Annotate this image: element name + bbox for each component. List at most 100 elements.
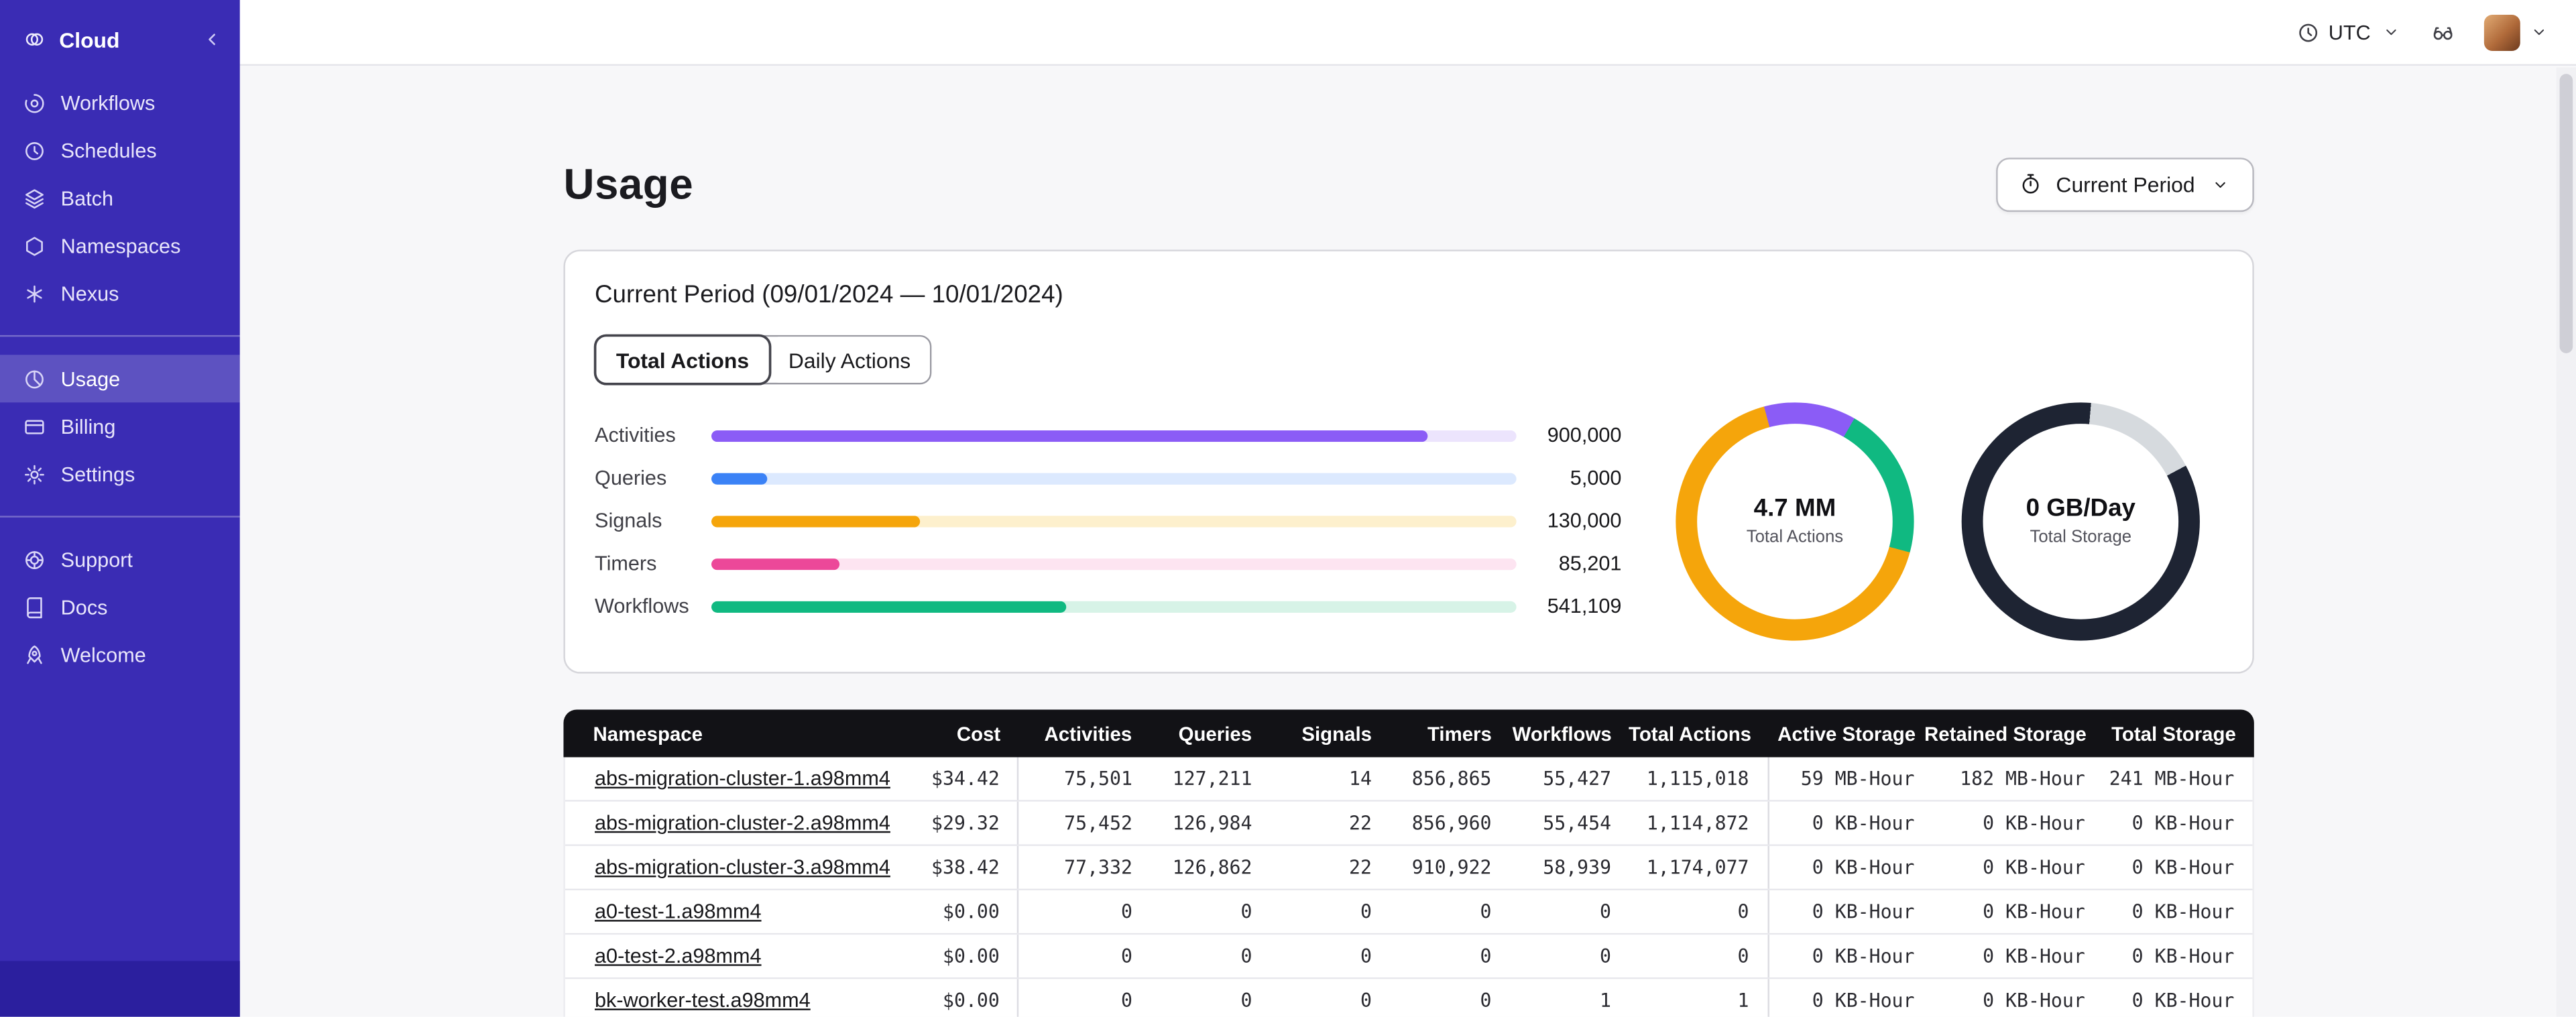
sidebar-item-label: Docs (60, 595, 108, 619)
cell-value: 0 KB-Hour (1983, 944, 2085, 968)
cell-activities: 0 (1019, 890, 1151, 933)
cell-value: 55,427 (1543, 767, 1612, 790)
donut-center-label: Total Storage (2030, 527, 2132, 547)
bar-value: 130,000 (1547, 509, 1622, 532)
cell-value: 58,939 (1543, 855, 1612, 879)
cell-value: 0 KB-Hour (1983, 989, 2085, 1012)
scrollbar-thumb[interactable] (2559, 74, 2573, 353)
namespace-link[interactable]: bk-worker-test.a98mm4 (595, 989, 811, 1012)
cell-value: 0 KB-Hour (1812, 811, 1915, 835)
cell-value: 241 MB-Hour (2109, 767, 2235, 790)
cell-value: 1,115,018 (1646, 767, 1749, 790)
sidebar-item-label: Welcome (60, 643, 146, 666)
cell-value: 0 (1737, 900, 1749, 924)
namespace-link[interactable]: a0-test-2.a98mm4 (595, 945, 762, 967)
sidebar-item-batch[interactable]: Batch (0, 174, 240, 222)
page-title: Usage (563, 158, 694, 208)
sidebar-item-docs[interactable]: Docs (0, 583, 240, 631)
cell-value: 126,862 (1172, 855, 1252, 879)
table-row: abs-migration-cluster-1.a98mm4 $34.42 75,5… (565, 757, 2253, 802)
cell-workflows: 0 (1509, 935, 1629, 977)
sidebar-item-billing[interactable]: Billing (0, 402, 240, 450)
bar-fill (711, 600, 1066, 612)
sidebar-collapse-button[interactable] (200, 28, 223, 51)
cell-activities: 0 (1019, 935, 1151, 977)
cell-cost: $34.42 (901, 757, 1020, 800)
workflows-icon (23, 91, 46, 114)
cell-value: 75,501 (1064, 767, 1132, 790)
column-header-queries: Queries (1178, 721, 1252, 745)
cell-active-storage: 0 KB-Hour (1769, 979, 1933, 1016)
namespace-link[interactable]: abs-migration-cluster-2.a98mm4 (595, 811, 890, 834)
cell-value: 0 (1360, 944, 1372, 968)
namespace-link[interactable]: abs-migration-cluster-3.a98mm4 (595, 856, 890, 879)
sidebar-item-settings[interactable]: Settings (0, 450, 240, 497)
sidebar-item-namespaces[interactable]: Namespaces (0, 222, 240, 270)
cell-timers: 856,960 (1390, 802, 1510, 845)
bar-row-activities: Activities 900,000 (595, 414, 1621, 457)
cell-total-actions: 1,114,872 (1629, 801, 1769, 845)
cell-queries: 0 (1151, 979, 1271, 1016)
cell-value: $0.00 (943, 989, 1000, 1012)
cell-value: 22 (1349, 811, 1372, 835)
sidebar-item-label: Namespaces (60, 234, 181, 257)
sidebar-item-usage[interactable]: Usage (0, 355, 240, 403)
cell-cost: $38.42 (901, 845, 1020, 889)
cell-value: 1 (1600, 989, 1612, 1012)
sidebar-item-welcome[interactable]: Welcome (0, 631, 240, 678)
tab-daily-actions[interactable]: Daily Actions (768, 337, 931, 383)
cell-total-storage: 241 MB-Hour (2103, 758, 2253, 800)
tab-total-actions[interactable]: Total Actions (596, 337, 769, 383)
page-header: Usage Current Period (563, 151, 2254, 217)
cell-workflows: 1 (1509, 979, 1629, 1016)
sidebar-item-support[interactable]: Support (0, 536, 240, 583)
timezone-selector[interactable]: UTC (2297, 21, 2402, 44)
cell-value: 0 (1120, 944, 1132, 968)
donut-center-value: 4.7 MM (1753, 494, 1836, 523)
cell-active-storage: 0 KB-Hour (1769, 846, 1933, 889)
bar-fill (711, 429, 1428, 441)
donut-center: 0 GB/Day Total Storage (1962, 402, 2200, 640)
scrollbar[interactable] (2556, 67, 2576, 1017)
cell-activities: 75,452 (1019, 802, 1151, 845)
cell-namespace: abs-migration-cluster-3.a98mm4 (565, 846, 901, 889)
main-area: Usage Current Period Current Period (09/… (239, 66, 2576, 1017)
bar-row-workflows: Workflows 541,109 (595, 585, 1621, 627)
cell-value: 0 (1240, 944, 1252, 968)
sidebar-item-nexus[interactable]: Nexus (0, 270, 240, 317)
cell-value: 22 (1349, 855, 1372, 879)
namespace-link[interactable]: abs-migration-cluster-1.a98mm4 (595, 767, 890, 790)
cell-value: 0 KB-Hour (2131, 811, 2235, 835)
cell-total-storage: 0 KB-Hour (2103, 890, 2253, 933)
cell-active-storage: 0 KB-Hour (1769, 890, 1933, 933)
bar-label: Timers (595, 552, 657, 575)
sidebar-item-label: Billing (60, 414, 116, 438)
cell-value: 127,211 (1172, 767, 1252, 790)
bar-label: Activities (595, 424, 676, 447)
cell-active-storage: 0 KB-Hour (1769, 802, 1933, 845)
cell-total-storage: 0 KB-Hour (2103, 846, 2253, 889)
cell-timers: 0 (1390, 979, 1510, 1016)
sidebar-item-workflows[interactable]: Workflows (0, 79, 240, 127)
cell-retained-storage: 0 KB-Hour (1932, 846, 2103, 889)
cell-timers: 0 (1390, 935, 1510, 977)
bar-value: 541,109 (1547, 595, 1622, 618)
period-dropdown[interactable]: Current Period (1997, 157, 2254, 211)
cell-value: 0 KB-Hour (1812, 989, 1915, 1012)
namespace-link[interactable]: a0-test-1.a98mm4 (595, 900, 762, 923)
page-content: Usage Current Period Current Period (09/… (563, 66, 2254, 1017)
cell-workflows: 0 (1509, 890, 1629, 933)
cell-value: 0 KB-Hour (1983, 900, 2085, 924)
usage-charts: Activities 900,000 Queries 5,000 Signals 130,… (595, 402, 2223, 640)
glasses-icon[interactable] (2431, 21, 2454, 44)
table-row: bk-worker-test.a98mm4 $0.00 0 0 0 0 1 1 0 KB-Hou… (565, 979, 2253, 1017)
user-menu[interactable] (2483, 13, 2550, 50)
cell-value: 0 KB-Hour (2131, 944, 2235, 968)
sidebar-item-label: Settings (60, 462, 135, 486)
bar-track (711, 557, 1517, 570)
actions-bar-chart: Activities 900,000 Queries 5,000 Signals 130,… (595, 414, 1621, 627)
cell-value: 1 (1737, 989, 1749, 1012)
cell-workflows: 55,454 (1509, 802, 1629, 845)
cell-value: 0 (1360, 989, 1372, 1012)
sidebar-item-schedules[interactable]: Schedules (0, 127, 240, 174)
